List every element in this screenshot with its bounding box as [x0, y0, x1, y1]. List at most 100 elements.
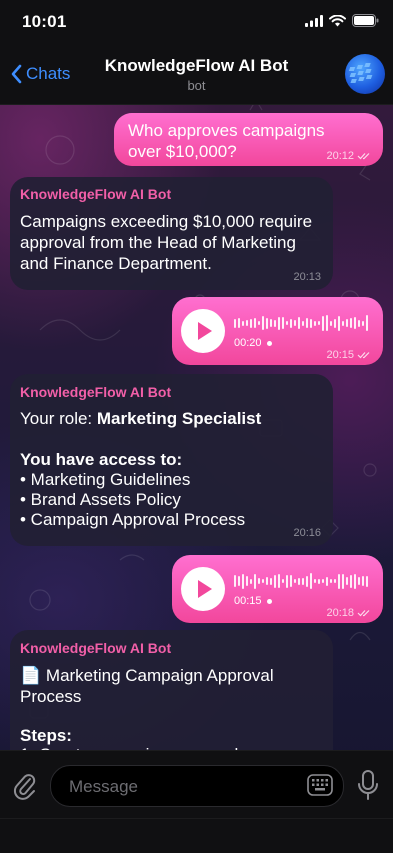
waveform-bar: [338, 573, 340, 589]
voice-waveform[interactable]: [234, 573, 368, 589]
bot-avatar[interactable]: [345, 54, 385, 94]
microphone-icon[interactable]: [357, 769, 379, 801]
waveform-bar: [274, 574, 276, 588]
waveform-bar: [350, 574, 352, 588]
voice-duration-text: 00:20: [234, 337, 262, 349]
waveform-bar: [242, 320, 244, 326]
battery-icon: [352, 14, 379, 27]
chat-title: KnowledgeFlow AI Bot: [104, 56, 289, 75]
waveform-bar: [334, 318, 336, 328]
waveform-bar: [282, 317, 284, 329]
message-text: Who approves campaigns over $10,000?: [128, 121, 325, 161]
waveform-bar: [254, 573, 256, 589]
waveform-bar: [294, 579, 296, 583]
access-item: • Marketing Guidelines: [20, 470, 191, 489]
message-text: Campaigns exceeding $10,000 require appr…: [20, 212, 313, 273]
wifi-icon: [329, 14, 346, 26]
waveform-bar: [310, 318, 312, 328]
waveform-bar: [290, 575, 292, 587]
waveform-bar: [326, 576, 328, 586]
access-item: • Brand Assets Policy: [20, 490, 181, 509]
waveform-bar: [330, 579, 332, 583]
message-meta: 20:16: [293, 527, 321, 539]
waveform-bar: [314, 579, 316, 583]
keyboard-icon[interactable]: [307, 774, 333, 796]
read-checks-icon: [357, 610, 370, 617]
message-input[interactable]: [67, 766, 291, 808]
waveform-bar: [246, 576, 248, 586]
message-sender: KnowledgeFlow AI Bot: [20, 640, 172, 656]
message-sender: KnowledgeFlow AI Bot: [20, 186, 172, 202]
waveform-bar: [234, 318, 236, 328]
status-time: 10:01: [22, 12, 67, 31]
unplayed-dot-icon: [266, 598, 272, 604]
waveform-bar: [242, 573, 244, 589]
waveform-bar: [234, 575, 236, 587]
message-meta: 20:12: [326, 150, 371, 162]
waveform-bar: [266, 317, 268, 329]
waveform-bar: [238, 318, 240, 328]
message-meta: 20:15: [326, 349, 371, 361]
outgoing-voice-message[interactable]: 00:20 20:15: [172, 297, 383, 365]
access-heading: You have access to:: [20, 450, 183, 469]
voice-duration: 00:20: [234, 337, 272, 349]
waveform-bar: [342, 320, 344, 326]
message-time: 20:12: [326, 150, 354, 162]
waveform-bar: [290, 318, 292, 328]
doc-title: Marketing Campaign Approval Process: [20, 666, 274, 706]
waveform-bar: [314, 320, 316, 326]
waveform-bar: [334, 579, 336, 583]
waveform-bar: [302, 577, 304, 585]
message-input-wrapper[interactable]: [50, 765, 344, 808]
status-icons: [305, 14, 379, 27]
outgoing-message[interactable]: Who approves campaigns over $10,000? 20:…: [114, 113, 383, 166]
chat-subtitle: bot: [187, 78, 206, 93]
incoming-message[interactable]: KnowledgeFlow AI Bot Your role: Marketin…: [10, 374, 333, 546]
waveform-bar: [250, 578, 252, 584]
waveform-bar: [322, 579, 324, 583]
waveform-bar: [306, 318, 308, 328]
waveform-bar: [350, 318, 352, 328]
waveform-bar: [246, 320, 248, 326]
voice-duration: 00:15: [234, 595, 272, 607]
play-button[interactable]: [181, 567, 225, 611]
waveform-bar: [282, 579, 284, 583]
waveform-bar: [354, 317, 356, 329]
waveform-bar: [354, 573, 356, 589]
waveform-bar: [362, 320, 364, 326]
waveform-bar: [262, 579, 264, 583]
read-checks-icon: [357, 352, 370, 359]
message-meta: 20:18: [326, 607, 371, 619]
waveform-bar: [294, 320, 296, 326]
waveform-bar: [346, 319, 348, 327]
waveform-bar: [318, 578, 320, 584]
waveform-bar: [238, 576, 240, 586]
steps-heading: Steps:: [20, 726, 72, 745]
outgoing-voice-message[interactable]: 00:15 20:18: [172, 555, 383, 623]
play-button[interactable]: [181, 309, 225, 353]
waveform-bar: [274, 319, 276, 327]
role-value: Marketing Specialist: [96, 409, 262, 428]
waveform-bar: [326, 315, 328, 331]
chat-title-block[interactable]: KnowledgeFlow AI Bot bot: [0, 56, 393, 93]
waveform-bar: [366, 315, 368, 331]
waveform-bar: [346, 577, 348, 585]
waveform-bar: [286, 321, 288, 325]
waveform-bar: [258, 321, 260, 325]
waveform-bar: [286, 574, 288, 588]
waveform-bar: [310, 573, 312, 589]
waveform-bar: [330, 320, 332, 326]
waveform-bar: [318, 321, 320, 325]
waveform-bar: [298, 317, 300, 329]
paperclip-icon[interactable]: [12, 771, 38, 801]
unplayed-dot-icon: [266, 340, 272, 346]
incoming-message[interactable]: KnowledgeFlow AI Bot Campaigns exceeding…: [10, 177, 333, 290]
waveform-bar: [250, 318, 252, 328]
waveform-bar: [266, 577, 268, 585]
message-time: 20:15: [326, 349, 354, 361]
waveform-bar: [306, 575, 308, 587]
waveform-bar: [322, 315, 324, 331]
message-sender: KnowledgeFlow AI Bot: [20, 384, 172, 400]
voice-waveform[interactable]: [234, 315, 368, 331]
waveform-bar: [342, 573, 344, 589]
